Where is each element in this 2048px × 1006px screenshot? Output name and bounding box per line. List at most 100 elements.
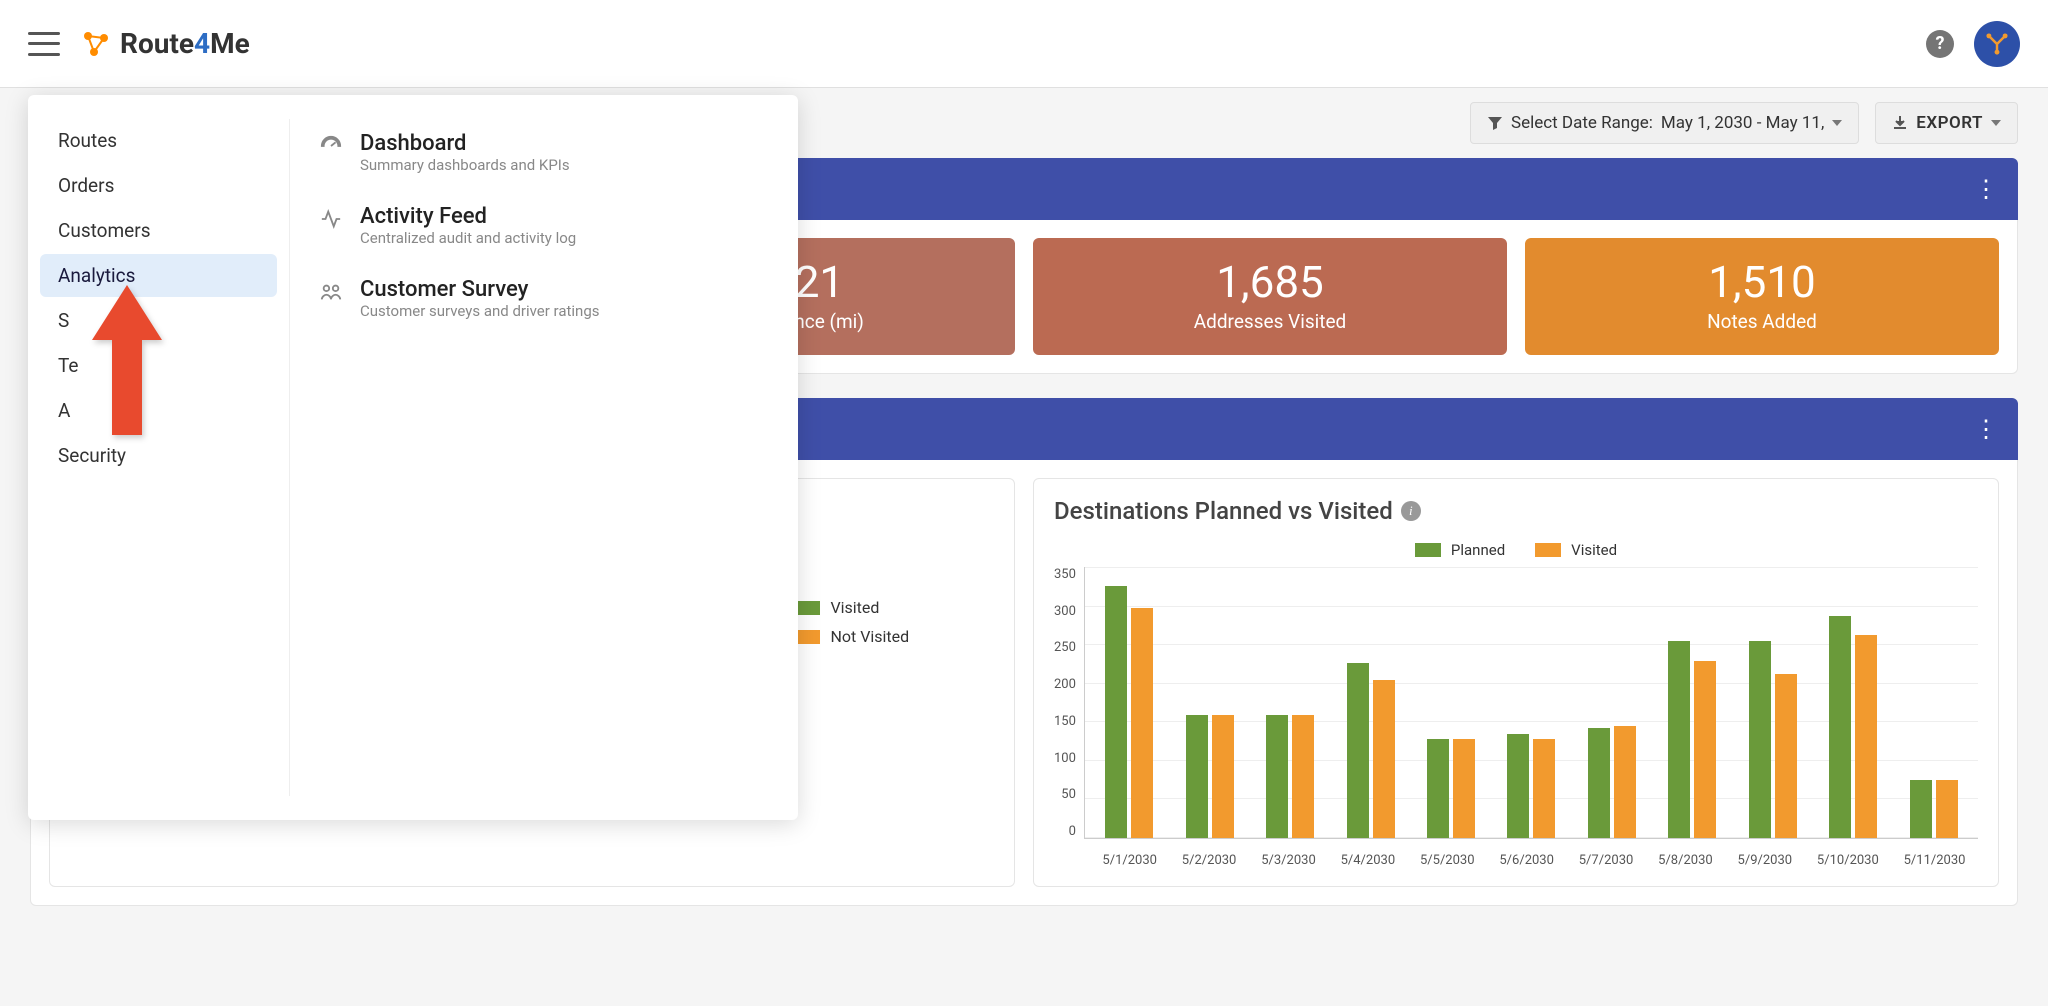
bar[interactable] <box>1212 715 1234 838</box>
legend-swatch <box>794 630 820 644</box>
legend-label: Planned <box>1451 541 1505 559</box>
bar[interactable] <box>1292 715 1314 838</box>
x-tick: 5/9/2030 <box>1738 853 1793 868</box>
download-icon <box>1892 115 1908 131</box>
bar[interactable] <box>1347 663 1369 838</box>
bar[interactable] <box>1453 739 1475 838</box>
bar-group <box>1347 663 1395 838</box>
help-icon[interactable]: ? <box>1926 30 1954 58</box>
kpi-label: Notes Added <box>1707 310 1817 333</box>
nav-item-security[interactable]: Security <box>40 434 277 477</box>
bar-group <box>1105 586 1153 838</box>
date-range-selector[interactable]: Select Date Range: May 1, 2030 - May 11, <box>1470 102 1859 144</box>
bar[interactable] <box>1266 715 1288 838</box>
info-icon[interactable]: i <box>1401 501 1421 521</box>
bar[interactable] <box>1427 739 1449 838</box>
y-tick: 100 <box>1054 751 1076 766</box>
nav-subitem-title: Dashboard <box>360 131 570 156</box>
y-tick: 300 <box>1054 604 1076 619</box>
legend-swatch <box>1415 543 1441 557</box>
nav-subitem-title: Activity Feed <box>360 204 576 229</box>
bar[interactable] <box>1131 608 1153 838</box>
date-range-label: Select Date Range: <box>1511 113 1653 133</box>
nav-item-orders[interactable]: Orders <box>40 164 277 207</box>
bar[interactable] <box>1105 586 1127 838</box>
bar[interactable] <box>1668 641 1690 838</box>
app-header: Route4Me ? <box>0 0 2048 88</box>
y-tick: 50 <box>1061 787 1076 802</box>
x-tick: 5/8/2030 <box>1658 853 1713 868</box>
kpi-card[interactable]: 1,510Notes Added <box>1525 238 1999 355</box>
bar-group <box>1588 726 1636 838</box>
kpi-value: 1,685 <box>1216 256 1324 308</box>
bar-group <box>1829 616 1877 838</box>
bar[interactable] <box>1533 739 1555 838</box>
user-avatar[interactable] <box>1974 21 2020 67</box>
bar[interactable] <box>1936 780 1958 838</box>
survey-icon <box>320 281 344 320</box>
legend-label: Not Visited <box>830 627 909 646</box>
bar[interactable] <box>1694 661 1716 838</box>
nav-subitem-dashboard[interactable]: DashboardSummary dashboards and KPIs <box>320 119 768 192</box>
x-tick: 5/4/2030 <box>1341 853 1396 868</box>
bar-chart-card: Destinations Planned vs Visited i Planne… <box>1033 478 1999 887</box>
y-tick: 0 <box>1069 824 1076 839</box>
annotation-arrow <box>92 285 162 439</box>
x-axis: 5/1/2030 5/2/2030 5/3/2030 5/4/2030 5/5/2030… <box>1090 853 1978 868</box>
pie-legend: Visited Not Visited <box>794 598 909 646</box>
chevron-down-icon <box>1991 120 2001 126</box>
kpi-label: Addresses Visited <box>1194 310 1347 333</box>
bar[interactable] <box>1373 680 1395 838</box>
bar[interactable] <box>1829 616 1851 838</box>
nav-primary-list: RoutesOrdersCustomersAnalyticsSTeASecuri… <box>28 119 290 796</box>
bar-group <box>1749 641 1797 838</box>
nav-flyout-menu: RoutesOrdersCustomersAnalyticsSTeASecuri… <box>28 95 798 820</box>
bar[interactable] <box>1749 641 1771 838</box>
bar-chart-title: Destinations Planned vs Visited i <box>1054 497 1978 525</box>
x-tick: 5/1/2030 <box>1102 853 1157 868</box>
nav-secondary-list: DashboardSummary dashboards and KPIsActi… <box>290 119 798 796</box>
bar[interactable] <box>1775 674 1797 838</box>
x-tick: 5/11/2030 <box>1904 853 1966 868</box>
nav-item-customers[interactable]: Customers <box>40 209 277 252</box>
legend-item: Planned <box>1415 541 1505 559</box>
kpi-card[interactable]: 1,685Addresses Visited <box>1033 238 1507 355</box>
legend-item: Visited <box>794 598 909 617</box>
bar-group <box>1910 780 1958 838</box>
bar[interactable] <box>1855 635 1877 838</box>
x-tick: 5/5/2030 <box>1420 853 1475 868</box>
nav-subitem-activity-feed[interactable]: Activity FeedCentralized audit and activ… <box>320 192 768 265</box>
nav-subitem-desc: Customer surveys and driver ratings <box>360 302 600 320</box>
activity-icon <box>320 208 344 247</box>
y-tick: 350 <box>1054 567 1076 582</box>
bar[interactable] <box>1507 734 1529 838</box>
nav-item-routes[interactable]: Routes <box>40 119 277 162</box>
legend-label: Visited <box>830 598 879 617</box>
export-button[interactable]: EXPORT <box>1875 102 2018 144</box>
bar[interactable] <box>1910 780 1932 838</box>
bar-group <box>1668 641 1716 838</box>
bar[interactable] <box>1588 728 1610 838</box>
nav-subitem-desc: Summary dashboards and KPIs <box>360 156 570 174</box>
x-tick: 5/7/2030 <box>1579 853 1634 868</box>
bar-plot-area <box>1084 567 1978 839</box>
logo-icon <box>80 28 112 60</box>
bar-group <box>1266 715 1314 838</box>
menu-toggle-button[interactable] <box>28 32 60 56</box>
bar[interactable] <box>1614 726 1636 838</box>
x-tick: 5/3/2030 <box>1261 853 1316 868</box>
legend-item: Visited <box>1535 541 1617 559</box>
nav-subitem-desc: Centralized audit and activity log <box>360 229 576 247</box>
logo-text: Route4Me <box>120 27 250 60</box>
bar[interactable] <box>1186 715 1208 838</box>
filter-icon <box>1487 115 1503 131</box>
bar-group <box>1507 734 1555 838</box>
x-tick: 5/10/2030 <box>1817 853 1879 868</box>
y-tick: 150 <box>1054 714 1076 729</box>
nav-subitem-customer-survey[interactable]: Customer SurveyCustomer surveys and driv… <box>320 265 768 338</box>
header-left: Route4Me <box>28 27 250 60</box>
x-tick: 5/2/2030 <box>1182 853 1237 868</box>
app-logo[interactable]: Route4Me <box>80 27 250 60</box>
bar-group <box>1186 715 1234 838</box>
y-axis: 350300250200150100500 <box>1054 567 1084 839</box>
